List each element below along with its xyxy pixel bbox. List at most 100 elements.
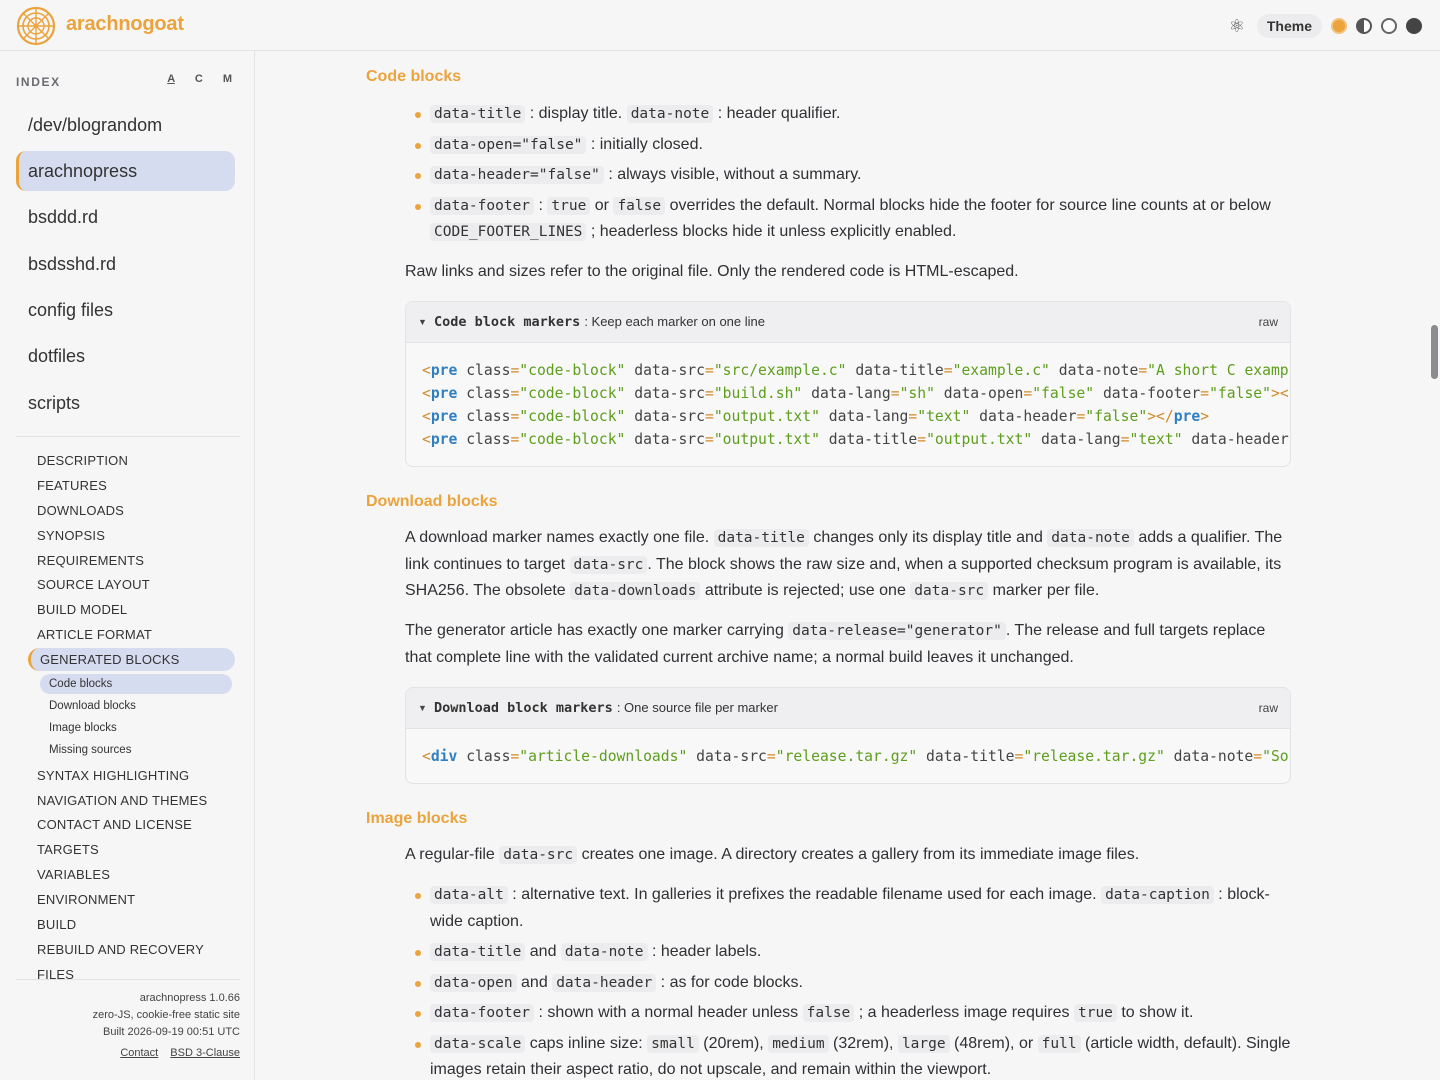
inline-code: data-release="generator" bbox=[788, 622, 1006, 640]
code-token: "release.tar.gz" bbox=[775, 748, 918, 765]
gear-icon[interactable]: ⚛ bbox=[1226, 16, 1248, 37]
logo-icon[interactable] bbox=[16, 6, 56, 46]
paragraph-text: The generator article has exactly one ma… bbox=[405, 622, 784, 639]
theme-swatch-outline-icon[interactable] bbox=[1381, 18, 1397, 34]
toc-item[interactable]: BUILD bbox=[37, 917, 76, 932]
toc-item[interactable]: DESCRIPTION bbox=[37, 453, 128, 468]
code-token: = bbox=[705, 431, 714, 448]
code-token: >< bbox=[1271, 385, 1289, 402]
list-text: : as for code blocks. bbox=[660, 973, 803, 991]
code-token: > bbox=[1200, 408, 1210, 425]
code-block-header[interactable]: ▼ Download block markers: One source fil… bbox=[406, 688, 1290, 729]
toc-item[interactable]: NAVIGATION AND THEMES bbox=[37, 793, 207, 808]
toc-item[interactable]: TARGETS bbox=[37, 842, 99, 857]
inline-code: data-open bbox=[430, 973, 517, 992]
inline-code: data-note bbox=[626, 105, 714, 123]
index-header: INDEX A C M bbox=[16, 73, 238, 89]
code-token: data-note bbox=[1164, 748, 1254, 765]
toc-item[interactable]: ARTICLE FORMAT bbox=[37, 627, 152, 642]
theme-button[interactable]: Theme bbox=[1256, 14, 1322, 38]
list-text: : always visible, without a summary. bbox=[608, 166, 862, 183]
code-block-note: : Keep each marker on one line bbox=[584, 314, 765, 329]
list-item: data-title and data-note : header labels… bbox=[405, 939, 1295, 966]
code-token: = bbox=[917, 431, 927, 448]
inline-code: data-src bbox=[569, 555, 648, 574]
image-blocks-list: data-alt : alternative text. In gallerie… bbox=[405, 882, 1295, 1080]
list-text: (32rem), bbox=[833, 1034, 894, 1052]
inline-code: small bbox=[647, 1034, 699, 1053]
code-token: data-src bbox=[625, 385, 705, 402]
code-token: = bbox=[1120, 431, 1130, 448]
code-token: "text" bbox=[1129, 431, 1183, 448]
contact-link[interactable]: Contact bbox=[120, 1047, 158, 1059]
toc-subitem-active[interactable]: Code blocks bbox=[40, 674, 232, 694]
code-token: class bbox=[457, 431, 511, 448]
toc-subitem[interactable]: Missing sources bbox=[49, 744, 131, 756]
sort-created-link[interactable]: C bbox=[195, 73, 203, 85]
raw-link[interactable]: raw bbox=[1259, 701, 1278, 715]
paragraph-text: creates one image. A directory creates a… bbox=[581, 846, 1140, 863]
toc-item[interactable]: REQUIREMENTS bbox=[37, 553, 144, 568]
toc-item[interactable]: SYNTAX HIGHLIGHTING bbox=[37, 768, 189, 783]
scrollbar-thumb[interactable] bbox=[1431, 325, 1438, 379]
toc-item[interactable]: ENVIRONMENT bbox=[37, 892, 135, 907]
project-link[interactable]: bsddd.rd bbox=[16, 197, 235, 237]
code-token: data-src bbox=[625, 362, 705, 379]
project-link[interactable]: scripts bbox=[16, 383, 235, 423]
toc-item[interactable]: VARIABLES bbox=[37, 867, 110, 882]
paragraph: A download marker names exactly one file… bbox=[405, 525, 1295, 605]
code-token: = bbox=[510, 362, 520, 379]
code-token: "text" bbox=[917, 408, 971, 425]
list-item: data-header="false" : always visible, wi… bbox=[405, 162, 1295, 189]
inline-code: CODE_FOOTER_LINES bbox=[430, 223, 587, 241]
toc-item[interactable]: REBUILD AND RECOVERY bbox=[37, 942, 204, 957]
paragraph: The generator article has exactly one ma… bbox=[405, 618, 1295, 671]
code-block-body: <pre class="code-block" data-src="src/ex… bbox=[406, 343, 1290, 451]
theme-swatch-dark-icon[interactable] bbox=[1406, 18, 1422, 34]
project-link[interactable]: bsdsshd.rd bbox=[16, 244, 235, 284]
disclosure-triangle-icon[interactable]: ▼ bbox=[418, 317, 427, 327]
code-block-header[interactable]: ▼ Code block markers: Keep each marker o… bbox=[406, 302, 1290, 343]
code-token: class bbox=[457, 362, 511, 379]
raw-link[interactable]: raw bbox=[1259, 315, 1278, 329]
inline-code: data-footer bbox=[430, 1004, 535, 1022]
inline-code: data-title bbox=[430, 105, 526, 123]
sidebar-footer: arachnopress 1.0.66 zero-JS, cookie-free… bbox=[16, 979, 240, 1059]
inline-code: data-header="false" bbox=[430, 166, 604, 184]
sort-alpha-link[interactable]: A bbox=[167, 73, 175, 85]
paragraph-text: A download marker names exactly one file… bbox=[405, 529, 710, 546]
project-link[interactable]: /dev/blograndom bbox=[16, 105, 235, 145]
theme-swatch-contrast-icon[interactable] bbox=[1356, 18, 1372, 34]
sort-modified-link[interactable]: M bbox=[223, 73, 232, 85]
code-line: <pre class="code-block" data-src="build.… bbox=[422, 382, 1290, 405]
toc-item[interactable]: DOWNLOADS bbox=[37, 503, 124, 518]
project-link-active[interactable]: arachnopress bbox=[16, 151, 235, 191]
project-link[interactable]: dotfiles bbox=[16, 336, 235, 376]
toc-item-active[interactable]: GENERATED BLOCKS bbox=[28, 648, 235, 671]
toc-item[interactable]: SYNOPSIS bbox=[37, 528, 105, 543]
toc-item[interactable]: FEATURES bbox=[37, 478, 107, 493]
list-text: to show it. bbox=[1121, 1004, 1194, 1021]
project-link[interactable]: config files bbox=[16, 290, 235, 330]
toc-item[interactable]: CONTACT AND LICENSE bbox=[37, 817, 192, 832]
theme-swatch-amber[interactable] bbox=[1331, 18, 1347, 34]
list-text: or bbox=[594, 196, 609, 214]
index-label: INDEX bbox=[16, 75, 61, 89]
paragraph-text: marker per file. bbox=[992, 582, 1100, 599]
disclosure-triangle-icon[interactable]: ▼ bbox=[418, 703, 427, 713]
toc-subitem[interactable]: Image blocks bbox=[49, 722, 117, 734]
list-text: : initially closed. bbox=[590, 135, 703, 153]
license-link[interactable]: BSD 3-Clause bbox=[170, 1047, 240, 1059]
toc-item[interactable]: BUILD MODEL bbox=[37, 602, 127, 617]
list-item: data-alt : alternative text. In gallerie… bbox=[405, 882, 1295, 935]
list-item: data-footer : shown with a normal header… bbox=[405, 1000, 1295, 1027]
code-token: pre bbox=[430, 431, 458, 448]
code-token: "release.tar.gz" bbox=[1023, 748, 1165, 765]
code-token: = bbox=[510, 408, 520, 425]
toc-subitem[interactable]: Download blocks bbox=[49, 700, 136, 712]
brand-name[interactable]: arachnogoat bbox=[66, 13, 184, 36]
code-token: < bbox=[422, 748, 431, 765]
toc-item[interactable]: SOURCE LAYOUT bbox=[37, 577, 150, 592]
code-token: = bbox=[1253, 748, 1263, 765]
code-blocks-list: data-title : display title. data-note : … bbox=[405, 101, 1295, 250]
